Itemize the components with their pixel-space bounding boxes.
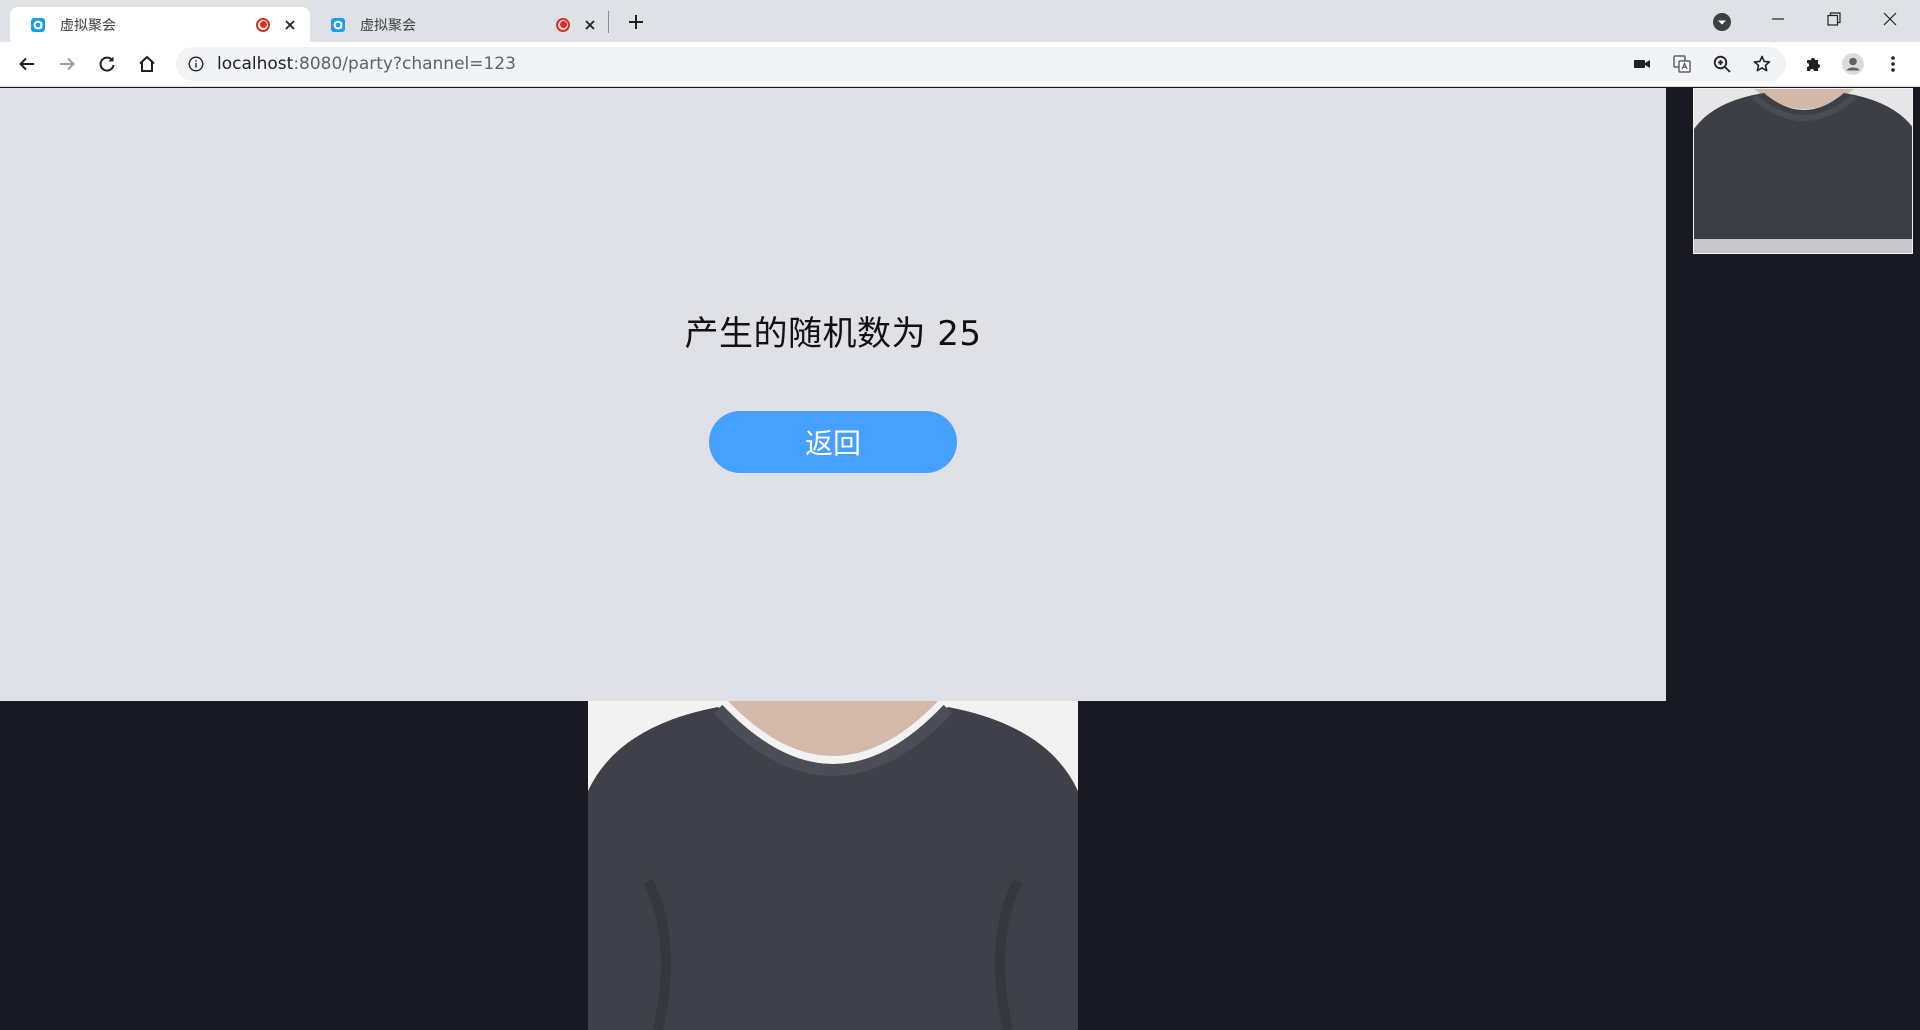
zoom-icon[interactable] — [1712, 54, 1732, 74]
camera-icon[interactable] — [1632, 54, 1652, 74]
tab-title: 虚拟聚会 — [360, 17, 416, 34]
tab-inactive[interactable]: 虚拟聚会 — [310, 7, 610, 42]
random-number-result: 产生的随机数为 25 — [684, 314, 982, 354]
star-icon[interactable] — [1752, 54, 1772, 74]
recording-indicator-icon — [256, 17, 270, 32]
url-path: :8080/party?channel=123 — [293, 54, 516, 74]
back-button[interactable]: 返回 — [709, 411, 957, 473]
address-bar[interactable]: localhost:8080/party?channel=123 — [176, 47, 1786, 81]
translate-icon[interactable] — [1672, 54, 1692, 74]
window-close-icon[interactable] — [1862, 0, 1918, 38]
kebab-menu-icon[interactable] — [1881, 52, 1905, 76]
new-tab-plus-icon[interactable] — [625, 11, 647, 33]
reload-icon[interactable] — [95, 52, 119, 76]
tab-title: 虚拟聚会 — [60, 17, 116, 34]
site-favicon-icon — [330, 17, 346, 33]
puzzle-icon[interactable] — [1801, 52, 1825, 76]
arrow-right-icon[interactable] — [55, 52, 79, 76]
profile-icon[interactable] — [1841, 52, 1865, 76]
result-panel: 产生的随机数为 25 返回 — [0, 88, 1666, 701]
tab-separator — [608, 11, 609, 33]
home-icon[interactable] — [135, 52, 159, 76]
minimize-icon[interactable] — [1750, 0, 1806, 38]
remote-video-stream — [1693, 88, 1913, 254]
local-video-stream — [588, 701, 1078, 1030]
tab-close-icon[interactable] — [582, 17, 598, 33]
tab-active[interactable]: 虚拟聚会 — [10, 7, 310, 42]
site-favicon-icon — [30, 17, 46, 33]
recording-indicator-icon — [556, 17, 570, 32]
tab-search-icon[interactable] — [1712, 12, 1732, 32]
tab-strip: 虚拟聚会 虚拟聚会 — [0, 0, 1920, 42]
url-host: localhost — [217, 54, 294, 74]
url-text: localhost:8080/party?channel=123 — [217, 47, 516, 81]
arrow-left-icon[interactable] — [15, 52, 39, 76]
restore-icon[interactable] — [1806, 0, 1862, 38]
browser-toolbar: localhost:8080/party?channel=123 — [0, 42, 1920, 87]
tab-close-icon[interactable] — [282, 17, 298, 33]
info-icon[interactable] — [188, 56, 204, 72]
